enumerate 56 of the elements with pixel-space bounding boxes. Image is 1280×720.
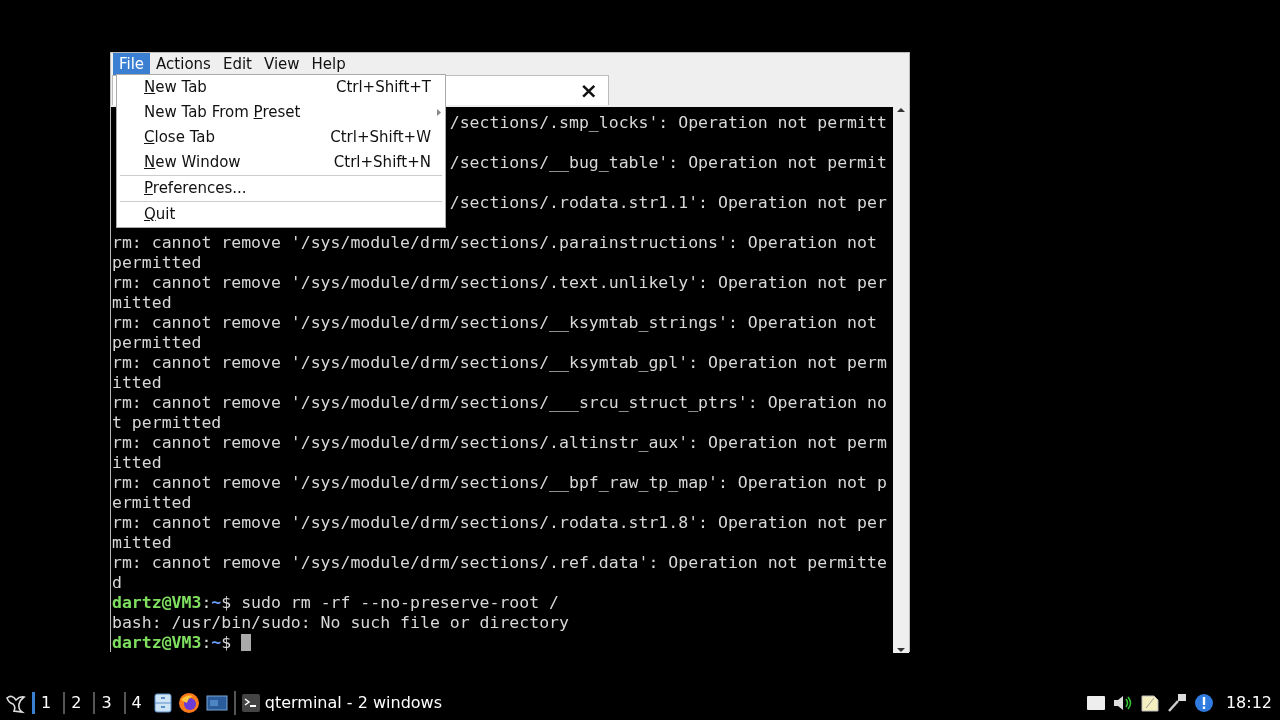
terminal-line: rm: cannot remove '/sys/module/drm/sections/.altinstr_aux': Operation not perm — [112, 433, 887, 452]
close-tab-button[interactable]: × — [579, 79, 598, 102]
terminal-line: mitted — [112, 533, 172, 552]
terminal-line: rm: cannot remove '/sys/module/drm/sections/__ksymtab_strings': Operation not — [112, 313, 877, 332]
speaker-icon[interactable] — [1111, 693, 1134, 713]
menu-item[interactable]: Actions — [150, 53, 217, 75]
menu-item[interactable]: Edit — [216, 53, 258, 75]
menu-item[interactable]: Quit — [117, 202, 445, 227]
terminal-line: itted — [112, 453, 162, 472]
workspace-button[interactable]: 1 — [32, 692, 58, 714]
info-icon[interactable] — [1193, 693, 1214, 713]
browser-icon[interactable] — [177, 692, 200, 714]
terminal-line: permitted — [112, 253, 202, 272]
terminal-icon — [241, 694, 260, 712]
menu-item[interactable]: Help — [305, 53, 352, 75]
terminal-line: rm: cannot remove '/sys/module/drm/sections/.ref.data': Operation not permitte — [112, 553, 887, 572]
scrollbar[interactable] — [893, 107, 909, 653]
terminal-line: mitted — [112, 293, 172, 312]
task-button[interactable]: qterminal - 2 windows — [233, 691, 442, 715]
terminal-line: rm: cannot remove '/sys/module/drm/sections/__bpf_raw_tp_map': Operation not p — [112, 473, 887, 492]
terminal-line: d — [112, 573, 122, 592]
terminal-line: rm: cannot remove '/sys/module/drm/sections/.text.unlikely': Operation not per — [112, 273, 887, 292]
terminal-line: rm: cannot remove '/sys/module/drm/sections/___srcu_struct_ptrs': Operation no — [112, 393, 887, 412]
notes-icon[interactable] — [1139, 693, 1160, 713]
menu-item[interactable]: New Tab From Preset — [117, 100, 445, 125]
terminal-line: /sections/.rodata.str1.1': Operation not per — [449, 193, 887, 212]
workspace-button[interactable]: 4 — [123, 692, 148, 714]
drive-icon[interactable] — [1085, 694, 1106, 712]
scroll-up-icon[interactable] — [897, 107, 905, 113]
terminal-line: rm: cannot remove '/sys/module/drm/sections/.parainstructions': Operation not — [112, 233, 877, 252]
terminal-line: bash: /usr/bin/sudo: No such file or directory — [112, 613, 569, 632]
menu-item[interactable]: New Window Ctrl+Shift+N — [117, 150, 445, 175]
menu-item[interactable]: File — [113, 53, 151, 75]
menu-item[interactable]: Preferences... — [117, 176, 445, 201]
terminal-line: rm: cannot remove '/sys/module/drm/sections/.rodata.str1.8': Operation not per — [112, 513, 887, 532]
menu-item[interactable]: View — [257, 53, 306, 75]
clock: 18:12 — [1225, 692, 1272, 714]
command-text: sudo rm -rf --no-preserve-root / — [241, 593, 560, 612]
terminal-line: /sections/.smp_locks': Operation not permitt — [449, 113, 887, 132]
monitor-icon[interactable] — [205, 694, 228, 712]
terminal-line: ermitted — [112, 493, 192, 512]
menu-item[interactable]: New Tab Ctrl+Shift+T — [117, 75, 445, 100]
workspace-button[interactable]: 3 — [93, 692, 118, 714]
prompt: dartz@VM3:~$ — [112, 633, 232, 652]
terminal-line: permitted — [112, 333, 202, 352]
terminal-line: t permitted — [112, 413, 222, 432]
terminal-line: /sections/__bug_table': Operation not permit — [449, 153, 887, 172]
submenu-arrow-icon — [437, 109, 441, 116]
prompt: dartz@VM3:~$ — [112, 593, 232, 612]
scroll-down-icon[interactable] — [897, 647, 905, 653]
menu-item[interactable]: Close Tab Ctrl+Shift+W — [117, 125, 445, 150]
file-cabinet-icon[interactable] — [153, 693, 172, 713]
workspace-button[interactable]: 2 — [63, 692, 88, 714]
terminal-line: itted — [112, 373, 162, 392]
network-plug-icon[interactable] — [1165, 693, 1188, 713]
terminal-line: rm: cannot remove '/sys/module/drm/sections/__ksymtab_gpl': Operation not perm — [112, 353, 887, 372]
